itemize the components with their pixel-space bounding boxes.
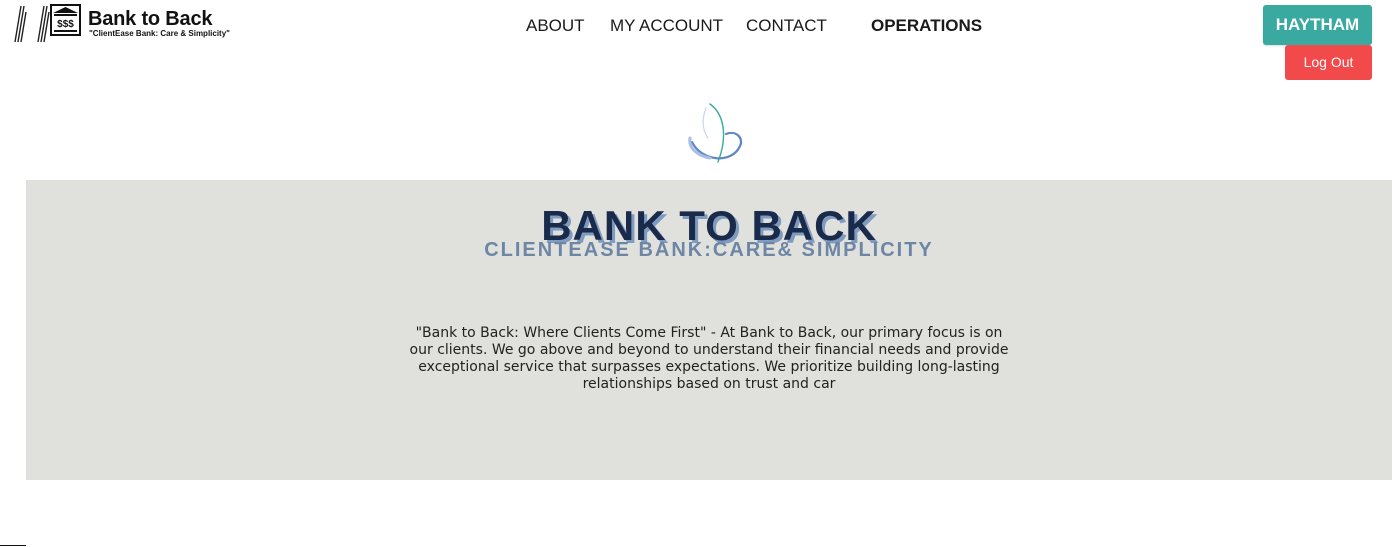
hero-description: "Bank to Back: Where Clients Come First"… (409, 325, 1009, 392)
hero-subtitle: CLIENTEASE BANK:CARE& SIMPLICITY (484, 239, 934, 261)
svg-text:$$$: $$$ (57, 19, 74, 30)
logo-title: Bank to Back (88, 8, 213, 30)
hero-section: BANK TO BACK CLIENTEASE BANK:CARE& SIMPL… (26, 180, 1392, 480)
nav-operations[interactable]: OPERATIONS (871, 15, 982, 37)
nav-about[interactable]: ABOUT (526, 15, 585, 37)
logo-tagline: "ClientEase Bank: Care & Simplicity" (89, 29, 230, 38)
nav-contact[interactable]: CONTACT (746, 15, 827, 37)
divider (0, 545, 26, 546)
logout-button[interactable]: Log Out (1285, 45, 1372, 80)
bank-building-icon: $$$ (14, 4, 81, 43)
logo[interactable]: $$$ Bank to Back "ClientEase Bank: Care … (12, 2, 244, 44)
nav-my-account[interactable]: MY ACCOUNT (610, 15, 723, 37)
orbit-emblem-icon (688, 103, 743, 163)
user-profile-button[interactable]: HAYTHAM (1263, 5, 1372, 45)
